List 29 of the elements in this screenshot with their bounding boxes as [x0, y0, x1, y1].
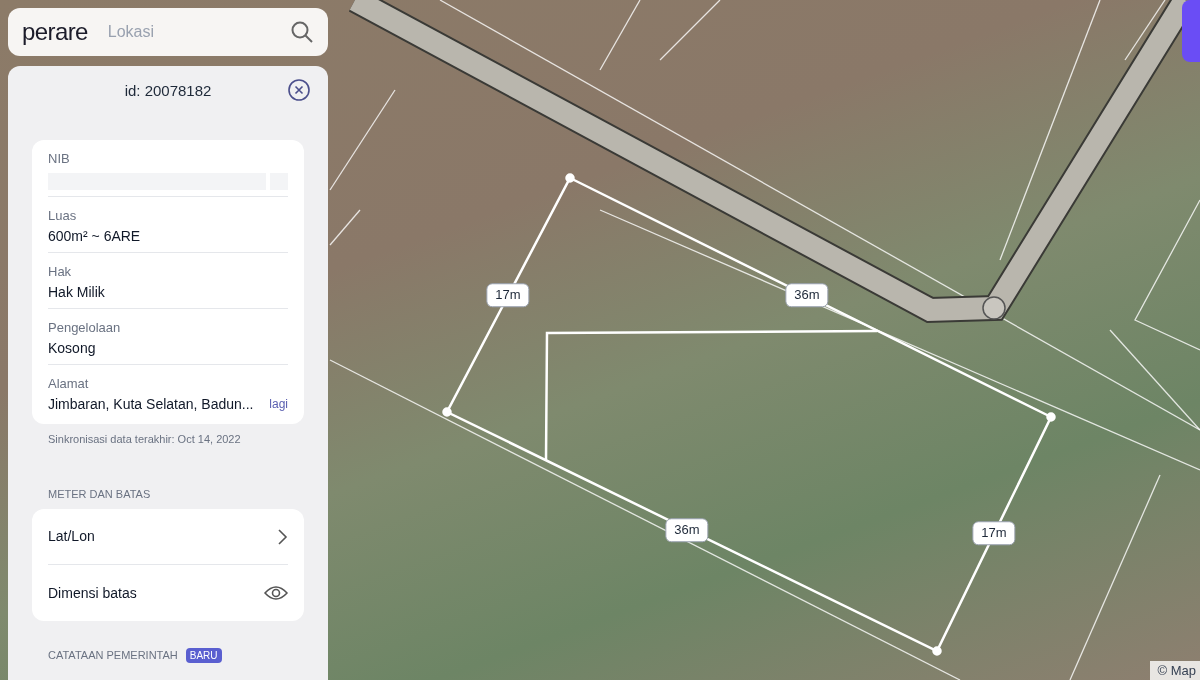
field-value: 600m² ~ 6ARE: [48, 227, 141, 246]
section-heading: CATATAAN PEMERINTAH: [48, 648, 178, 663]
dimension-label: 17m: [972, 521, 1016, 545]
setting-label: Dimensi batas: [48, 583, 137, 603]
field-value: Kosong: [48, 339, 96, 358]
settings-row[interactable]: Dimensi batas: [48, 565, 288, 621]
field-label: Hak: [48, 263, 73, 281]
new-badge: BARU: [185, 647, 222, 663]
sync-note: Sinkronisasi data terakhir: Oct 14, 2022: [47, 432, 242, 447]
dimension-label: 36m: [785, 283, 829, 307]
field-value: Hak Milik: [48, 283, 105, 302]
search-bar[interactable]: perare Lokasi: [8, 8, 328, 56]
settings-row[interactable]: Lat/Lon: [48, 509, 288, 565]
more-link[interactable]: lagi: [269, 394, 288, 414]
chevron-right-icon: [276, 527, 288, 546]
eye-icon: [264, 585, 288, 601]
setting-label: Lat/Lon: [48, 527, 95, 546]
panel-title: id: 20078182: [124, 80, 212, 101]
field-label: NIB: [48, 150, 71, 168]
field-label: Pengelolaan: [48, 319, 122, 337]
section-heading: METER DAN BATAS: [47, 486, 152, 502]
dimension-label: 17m: [486, 283, 530, 307]
dimension-label: 36m: [665, 518, 709, 542]
search-icon[interactable]: [290, 20, 314, 44]
logo: perare: [22, 20, 88, 44]
field-label: Luas: [48, 207, 78, 225]
field-label: Alamat: [48, 375, 90, 393]
field-value: Jimbaran, Kuta Selatan, Badun...: [48, 395, 254, 414]
close-icon[interactable]: [288, 79, 310, 101]
